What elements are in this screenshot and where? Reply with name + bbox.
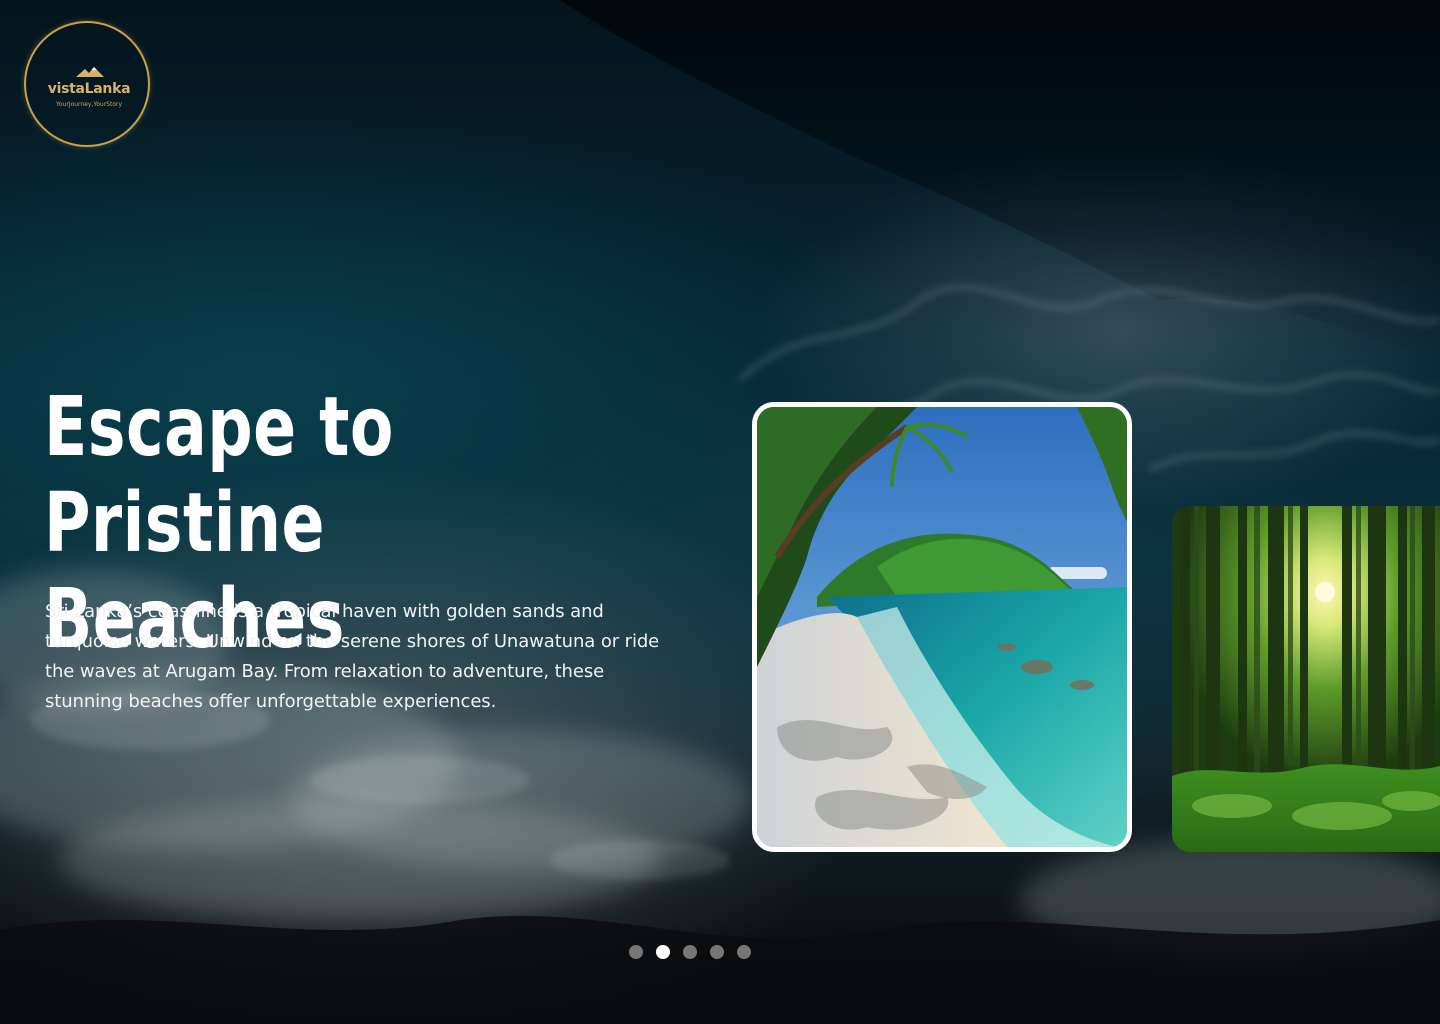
- brand-name: vistaLanka: [47, 81, 131, 97]
- tropical-beach-image: [757, 407, 1127, 847]
- pagination-dot-5[interactable]: [737, 945, 751, 959]
- mountain-icon: [76, 67, 104, 77]
- pagination-dot-1[interactable]: [629, 945, 643, 959]
- hero-title-line-1: Escape to Pristine: [44, 380, 394, 571]
- forest-card[interactable]: [1172, 506, 1440, 852]
- pagination-dot-3[interactable]: [683, 945, 697, 959]
- hero-description: Sri Lanka’s coastline is a tropical have…: [45, 601, 660, 712]
- hero-section: vistaLanka YourJourney,YourStory Escape …: [0, 0, 1440, 1024]
- beach-card[interactable]: [752, 402, 1132, 852]
- pagination-dot-4[interactable]: [710, 945, 724, 959]
- carousel-pagination: [629, 945, 751, 959]
- brand-logo[interactable]: vistaLanka YourJourney,YourStory: [24, 21, 150, 147]
- forest-image: [1172, 506, 1440, 852]
- brand-tagline: YourJourney,YourStory: [55, 101, 123, 108]
- pagination-dot-2-active[interactable]: [656, 945, 670, 959]
